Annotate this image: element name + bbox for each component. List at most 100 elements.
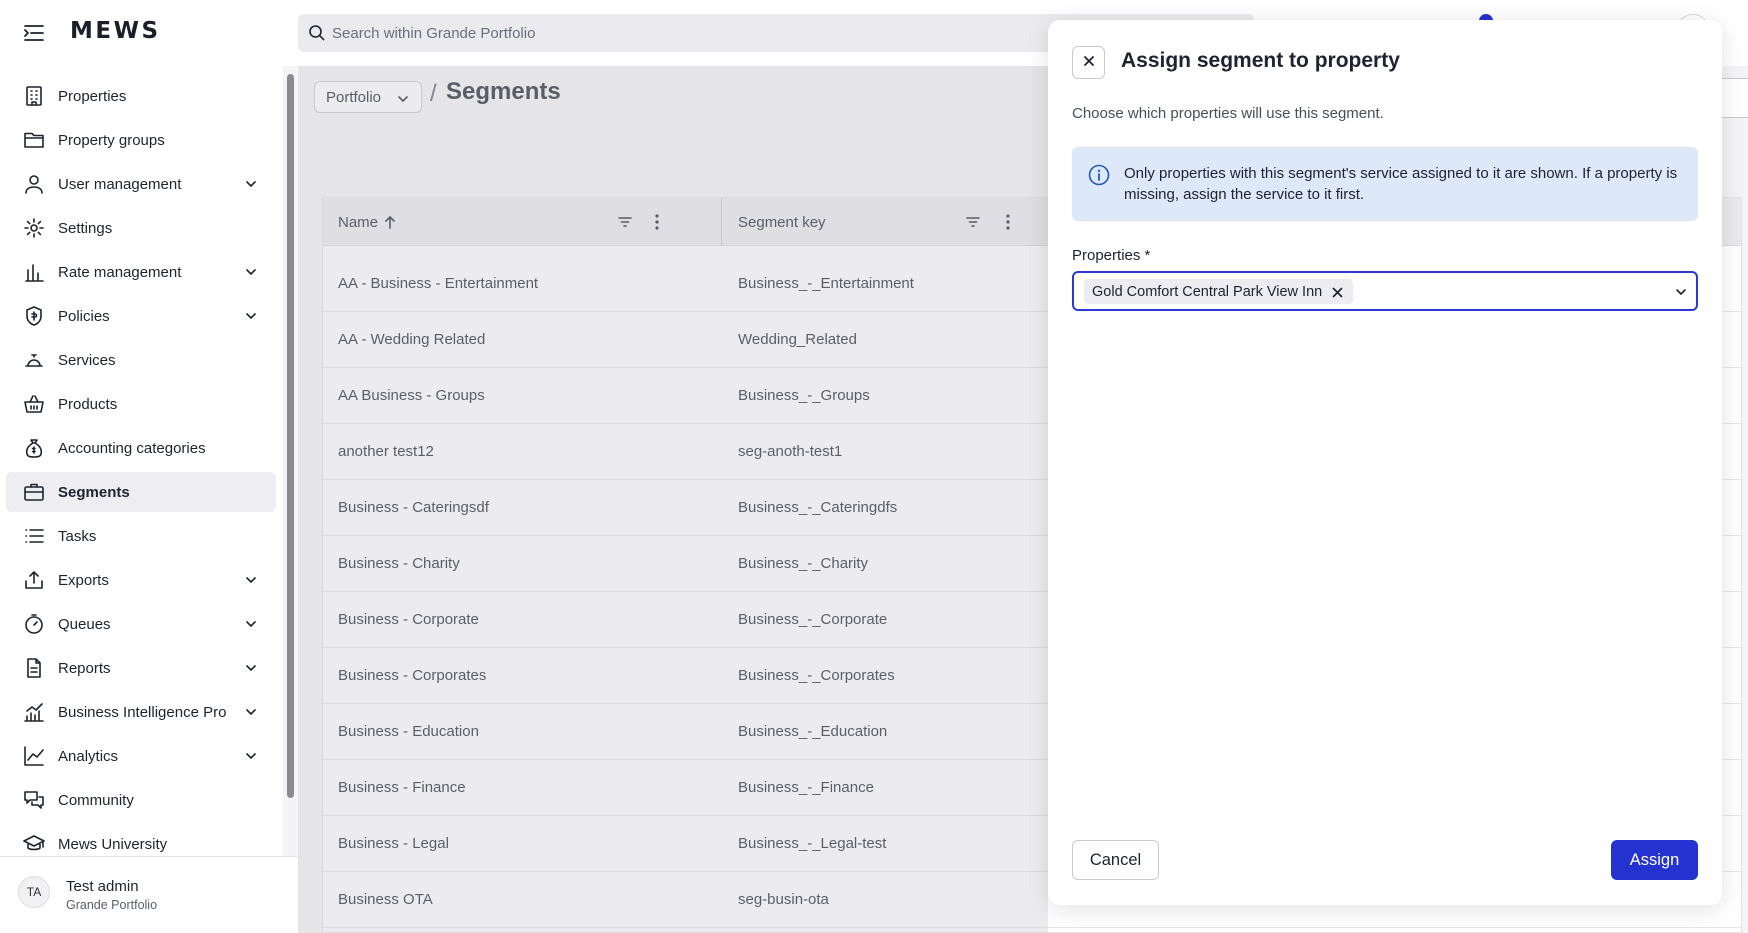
column-header-segment-key-label: Segment key bbox=[738, 213, 826, 231]
segment-name-cell: Business - Corporates bbox=[338, 667, 487, 684]
page-title: Segments bbox=[446, 78, 561, 105]
sidebar-item-exports[interactable]: Exports bbox=[6, 560, 276, 600]
segment-key-cell: seg-busin-ota bbox=[738, 891, 829, 908]
close-button[interactable] bbox=[1072, 46, 1105, 79]
chevron-down-icon[interactable] bbox=[244, 309, 258, 323]
column-menu-icon[interactable] bbox=[647, 212, 667, 232]
list-icon bbox=[22, 524, 46, 548]
sidebar-item-label: Rate management bbox=[58, 263, 182, 281]
segment-key-cell: Business_-_Finance bbox=[738, 779, 874, 796]
segment-name-cell: AA Business - Groups bbox=[338, 387, 485, 404]
segment-name-cell: Business - Cateringsdf bbox=[338, 499, 489, 516]
sidebar-item-label: Community bbox=[58, 791, 134, 809]
info-icon bbox=[1088, 164, 1110, 186]
breadcrumb-portfolio-button[interactable]: Portfolio bbox=[314, 81, 422, 113]
menu-collapse-icon[interactable] bbox=[22, 22, 46, 44]
assign-button[interactable]: Assign bbox=[1611, 840, 1698, 880]
basket-icon bbox=[22, 392, 46, 416]
sidebar-item-settings[interactable]: Settings bbox=[6, 208, 276, 248]
chevron-down-icon[interactable] bbox=[244, 265, 258, 279]
column-divider[interactable] bbox=[721, 198, 722, 246]
sidebar-item-label: Mews University bbox=[58, 835, 168, 853]
segment-name-cell: AA - Wedding Related bbox=[338, 331, 486, 348]
sidebar-item-rate-management[interactable]: Rate management bbox=[6, 252, 276, 292]
bi-chart-icon bbox=[22, 700, 46, 724]
sidebar-item-properties[interactable]: Properties bbox=[6, 76, 276, 116]
sort-ascending-icon[interactable] bbox=[384, 215, 396, 229]
sidebar-item-label: User management bbox=[58, 175, 182, 193]
info-message-text: Only properties with this segment's serv… bbox=[1124, 165, 1678, 203]
briefcase-icon bbox=[22, 480, 46, 504]
sidebar-scrollbar-thumb[interactable] bbox=[287, 74, 294, 798]
chevron-down-icon[interactable] bbox=[244, 705, 258, 719]
properties-multiselect[interactable]: Gold Comfort Central Park View Inn bbox=[1072, 271, 1698, 311]
document-icon bbox=[22, 656, 46, 680]
sidebar-item-label: Accounting categories bbox=[58, 439, 206, 457]
export-icon bbox=[22, 568, 46, 592]
segment-name-cell: Business - Education bbox=[338, 723, 479, 740]
breadcrumb-separator: / bbox=[430, 80, 437, 107]
sidebar-item-label: Property groups bbox=[58, 131, 165, 149]
sidebar-item-products[interactable]: Products bbox=[6, 384, 276, 424]
sidebar-item-label: Settings bbox=[58, 219, 113, 237]
sidebar-item-business-intelligence-pro[interactable]: Business Intelligence Pro bbox=[6, 692, 276, 732]
sidebar-item-label: Tasks bbox=[58, 527, 97, 545]
shield-icon bbox=[22, 304, 46, 328]
graduation-cap-icon bbox=[22, 832, 46, 856]
sidebar-item-tasks[interactable]: Tasks bbox=[6, 516, 276, 556]
sidebar-item-policies[interactable]: Policies bbox=[6, 296, 276, 336]
sidebar-item-label: Queues bbox=[58, 615, 111, 633]
line-chart-icon bbox=[22, 744, 46, 768]
selected-property-label: Gold Comfort Central Park View Inn bbox=[1092, 283, 1323, 300]
sidebar-item-accounting-categories[interactable]: Accounting categories bbox=[6, 428, 276, 468]
segment-key-cell: Business_-_Corporate bbox=[738, 611, 888, 628]
sidebar-item-property-groups[interactable]: Property groups bbox=[6, 120, 276, 160]
user-menu[interactable]: TA Test admin Grande Portfolio bbox=[0, 856, 298, 933]
column-header-segment-key[interactable]: Segment key bbox=[738, 198, 826, 246]
chevron-down-icon[interactable] bbox=[244, 573, 258, 587]
sidebar-item-analytics[interactable]: Analytics bbox=[6, 736, 276, 776]
chevron-down-icon[interactable] bbox=[244, 177, 258, 191]
sidebar-item-segments[interactable]: Segments bbox=[6, 472, 276, 512]
sidebar-item-community[interactable]: Community bbox=[6, 780, 276, 820]
sidebar-item-services[interactable]: Services bbox=[6, 340, 276, 380]
sidebar-item-queues[interactable]: Queues bbox=[6, 604, 276, 644]
sidebar-item-reports[interactable]: Reports bbox=[6, 648, 276, 688]
cancel-button[interactable]: Cancel bbox=[1072, 840, 1159, 880]
segment-name-cell: Business - Finance bbox=[338, 779, 466, 796]
column-header-name-label: Name bbox=[338, 213, 379, 231]
segment-key-cell: Business_-_Legal-test bbox=[738, 835, 887, 852]
column-header-name[interactable]: Name bbox=[338, 198, 396, 246]
panel-subtitle: Choose which properties will use this se… bbox=[1072, 105, 1384, 122]
sidebar-item-label: Exports bbox=[58, 571, 109, 589]
sidebar-item-label: Policies bbox=[58, 307, 110, 325]
avatar[interactable]: TA bbox=[18, 876, 50, 908]
filter-icon[interactable] bbox=[963, 212, 983, 232]
timer-icon bbox=[22, 612, 46, 636]
sidebar-item-mews-university[interactable]: Mews University bbox=[6, 824, 276, 856]
chevron-down-icon[interactable] bbox=[1674, 285, 1688, 299]
segment-key-cell: seg-anoth-test1 bbox=[738, 443, 843, 460]
sidebar-nav: Properties Property groups User management… bbox=[6, 76, 276, 856]
info-message: Only properties with this segment's serv… bbox=[1072, 147, 1698, 221]
chevron-down-icon[interactable] bbox=[244, 617, 258, 631]
money-bag-icon bbox=[22, 436, 46, 460]
segment-key-cell: Business_-_Cateringdfs bbox=[738, 499, 898, 516]
segment-key-cell: Business_-_Corporates bbox=[738, 667, 895, 684]
bar-chart-icon bbox=[22, 260, 46, 284]
segment-key-cell: Business_-_Entertainment bbox=[738, 275, 914, 292]
filter-icon[interactable] bbox=[615, 212, 635, 232]
remove-chip-icon[interactable] bbox=[1332, 286, 1343, 298]
chevron-down-icon[interactable] bbox=[244, 749, 258, 763]
segment-name-cell: Business - Charity bbox=[338, 555, 460, 572]
chevron-down-icon bbox=[397, 92, 409, 104]
sidebar-header: MEWS bbox=[0, 0, 298, 66]
user-organization: Grande Portfolio bbox=[66, 898, 158, 912]
segment-name-cell: Business - Legal bbox=[338, 835, 449, 852]
bell-icon bbox=[22, 348, 46, 372]
column-menu-icon[interactable] bbox=[998, 212, 1018, 232]
chevron-down-icon[interactable] bbox=[244, 661, 258, 675]
sidebar-item-user-management[interactable]: User management bbox=[6, 164, 276, 204]
building-icon bbox=[22, 84, 46, 108]
logo[interactable]: MEWS bbox=[70, 18, 161, 44]
